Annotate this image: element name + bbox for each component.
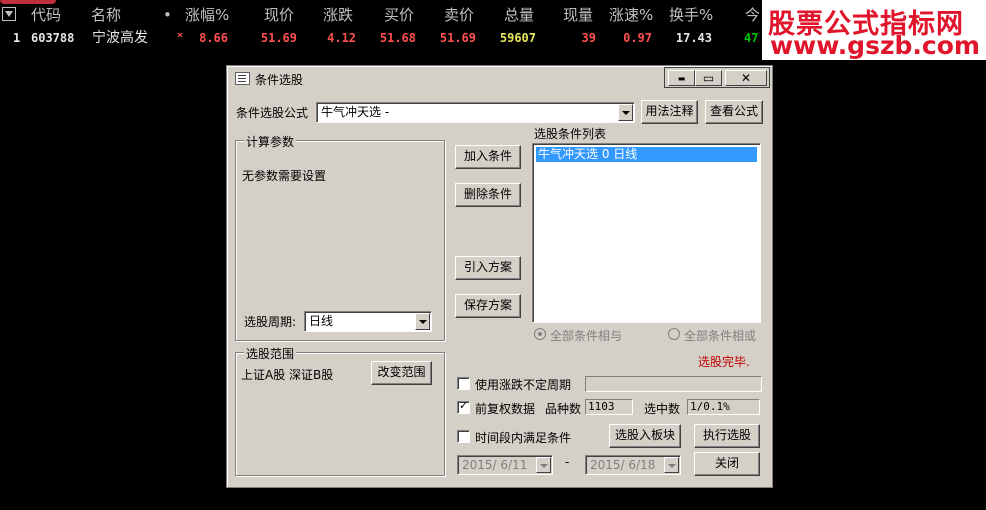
row-index: 1	[13, 31, 21, 45]
add-condition-button[interactable]: 加入条件	[455, 145, 521, 169]
calc-params-caption: 计算参数	[244, 133, 297, 150]
calc-params-text: 无参数需要设置	[242, 169, 327, 183]
import-plan-button[interactable]: 引入方案	[455, 256, 521, 280]
within-period-label: 时间段内满足条件	[475, 431, 572, 445]
date-from-picker[interactable]: 2015/ 6/11	[457, 455, 553, 475]
view-formula-button[interactable]: 查看公式	[705, 100, 763, 124]
row-ask: 51.69	[439, 31, 476, 45]
range-text: 上证A股 深证B股	[241, 368, 334, 382]
selected-label: 选中数	[644, 402, 681, 416]
usage-note-button[interactable]: 用法注释	[641, 100, 698, 124]
formula-select[interactable]: 牛气冲天选 -	[316, 102, 635, 123]
row-change: 4.12	[327, 31, 356, 45]
maximize-icon[interactable]: ▭	[695, 70, 722, 86]
radio-all-or[interactable]	[668, 328, 680, 340]
condition-stock-dialog: 条件选股 ▬ ▭ ✕ 条件选股公式 牛气冲天选 - 用法注释 查看公式 计算参数…	[226, 65, 773, 488]
header-bid[interactable]: 买价	[384, 4, 414, 26]
row-bid: 51.68	[379, 31, 416, 45]
count-label: 品种数	[545, 402, 582, 416]
header-turnover[interactable]: 换手%	[669, 4, 713, 26]
chevron-down-icon[interactable]	[618, 104, 633, 121]
adjusted-data-checkbox[interactable]	[457, 399, 470, 414]
row-speed: 0.97	[623, 31, 652, 45]
row-price: 51.69	[260, 31, 297, 45]
header-code[interactable]: 代码	[31, 4, 61, 26]
date-to-value: 2015/ 6/18	[590, 458, 656, 472]
list-item[interactable]: 牛气冲天选 0 日线	[536, 147, 757, 162]
date-separator: -	[565, 455, 570, 469]
period-label: 选股周期:	[244, 315, 297, 329]
header-change[interactable]: 涨跌	[323, 4, 353, 26]
chevron-down-icon[interactable]	[664, 457, 679, 473]
range-caption: 选股范围	[244, 345, 297, 362]
date-from-value: 2015/ 6/11	[462, 458, 528, 472]
row-turnover: 17.43	[675, 31, 712, 45]
close-icon[interactable]: ✕	[725, 70, 767, 86]
radio-all-and-label: 全部条件相与	[550, 329, 623, 343]
date-to-picker[interactable]: 2015/ 6/18	[585, 455, 681, 475]
chevron-down-icon[interactable]	[415, 313, 430, 330]
watermark-url: www.gszb.com	[770, 31, 980, 60]
save-plan-button[interactable]: 保存方案	[455, 294, 521, 318]
select-to-block-button[interactable]: 选股入板块	[609, 424, 681, 448]
chevron-down-icon[interactable]	[536, 457, 551, 473]
condition-list-label: 选股条件列表	[534, 127, 607, 141]
execute-select-button[interactable]: 执行选股	[694, 424, 760, 448]
watermark: 股票公式指标网 www.gszb.com	[762, 0, 986, 60]
formula-label: 条件选股公式	[236, 106, 309, 120]
header-change-pct[interactable]: 涨幅%	[185, 4, 229, 26]
selected-value: 1/0.1%	[687, 399, 760, 415]
header-name[interactable]: 名称	[91, 4, 121, 26]
dialog-titlebar[interactable]: 条件选股 ▬ ▭ ✕	[229, 67, 770, 88]
calc-params-group: 计算参数 无参数需要设置 选股周期: 日线	[235, 133, 445, 341]
uncertain-period-label: 使用涨跌不定周期	[475, 378, 572, 392]
sort-dropdown-icon[interactable]	[2, 7, 16, 21]
header-today-partial[interactable]: 今	[745, 4, 760, 26]
change-range-button[interactable]: 改变范围	[371, 361, 432, 385]
range-group: 选股范围 上证A股 深证B股 改变范围	[235, 345, 445, 476]
header-ask[interactable]: 卖价	[444, 4, 474, 26]
dialog-title: 条件选股	[255, 73, 304, 87]
period-select[interactable]: 日线	[304, 311, 432, 332]
condition-list[interactable]: 牛气冲天选 0 日线	[532, 143, 761, 323]
header-cur-vol[interactable]: 现量	[563, 4, 593, 26]
minimize-icon[interactable]: ▬	[668, 70, 695, 86]
row-change-pct: 8.66	[199, 31, 228, 45]
row-today-partial: 47	[744, 31, 759, 45]
row-name: 宁波高发	[92, 30, 148, 46]
within-period-checkbox[interactable]	[457, 430, 470, 443]
row-mark: ×	[177, 30, 184, 41]
radio-all-and[interactable]	[534, 328, 546, 340]
window-controls: ▬ ▭ ✕	[664, 67, 770, 88]
period-progress-field	[585, 376, 762, 392]
window-app-icon	[235, 72, 250, 85]
row-code: 603788	[31, 31, 75, 45]
adjusted-data-label: 前复权数据	[475, 402, 536, 416]
uncertain-period-checkbox[interactable]	[457, 377, 470, 390]
status-text: 选股完毕.	[698, 355, 750, 369]
radio-all-or-label: 全部条件相或	[684, 329, 757, 343]
count-value: 1103	[585, 399, 633, 415]
header-volume[interactable]: 总量	[504, 4, 534, 26]
delete-condition-button[interactable]: 删除条件	[455, 183, 521, 207]
period-value: 日线	[309, 314, 334, 328]
header-speed[interactable]: 涨速%	[609, 4, 653, 26]
row-volume: 59607	[499, 31, 536, 45]
header-dot: •	[163, 6, 172, 24]
formula-value: 牛气冲天选 -	[321, 105, 390, 119]
row-cur-vol: 39	[581, 31, 596, 45]
close-button[interactable]: 关闭	[694, 452, 760, 476]
header-price[interactable]: 现价	[264, 4, 294, 26]
